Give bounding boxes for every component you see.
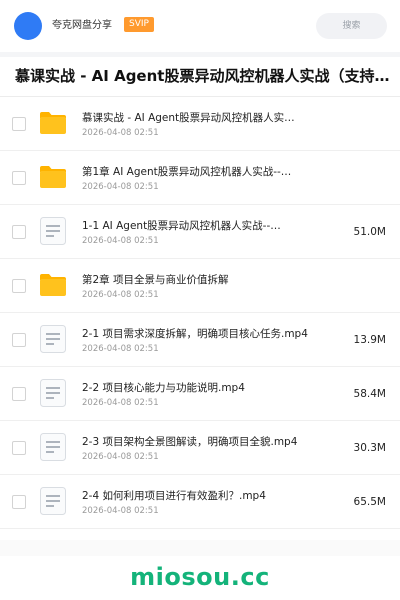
file-name: 1-1 AI Agent股票异动风控机器人实战--… (82, 220, 281, 232)
file-name: 2-4 如何利用项目进行有效盈利？.mp4 (82, 490, 266, 502)
row-checkbox[interactable] (12, 441, 26, 455)
page-title: 慕课实战 - AI Agent股票异动风控机器人实战（支持美股… (15, 67, 393, 85)
file-name: 第2章 项目全景与商业价值拆解 (82, 274, 229, 286)
file-size: 13.9M (353, 334, 386, 346)
list-item[interactable]: 2-1 项目需求深度拆解，明确项目核心任务.mp4 2026-04-08 02:… (0, 313, 400, 367)
row-checkbox[interactable] (12, 387, 26, 401)
file-name: 2-3 项目架构全景图解读，明确项目全貌.mp4 (82, 436, 298, 448)
file-date: 2026-04-08 02:51 (82, 182, 159, 192)
file-name: 2-2 项目核心能力与功能说明.mp4 (82, 382, 245, 394)
file-date: 2026-04-08 02:51 (82, 128, 159, 138)
document-icon (38, 378, 68, 408)
folder-icon (38, 162, 68, 192)
file-size: 58.4M (353, 388, 386, 400)
file-size: 65.5M (353, 496, 386, 508)
file-date: 2026-04-08 02:51 (82, 344, 159, 354)
file-name: 2-1 项目需求深度拆解，明确项目核心任务.mp4 (82, 328, 308, 340)
folder-icon (38, 270, 68, 300)
list-item[interactable]: 第2章 项目全景与商业价值拆解 2026-04-08 02:51 (0, 259, 400, 313)
document-icon (38, 216, 68, 246)
file-size: 30.3M (353, 442, 386, 454)
list-item[interactable]: 慕课实战 - AI Agent股票异动风控机器人实… 2026-04-08 02… (0, 97, 400, 151)
file-name: 第1章 AI Agent股票异动风控机器人实战--… (82, 166, 292, 178)
watermark: miosou.cc (130, 563, 270, 591)
file-list: 慕课实战 - AI Agent股票异动风控机器人实… 2026-04-08 02… (0, 97, 400, 529)
document-icon (38, 486, 68, 516)
header: 夸克网盘分享 SVIP 搜索 (0, 0, 400, 52)
row-checkbox[interactable] (12, 495, 26, 509)
row-checkbox[interactable] (12, 117, 26, 131)
share-title: 夸克网盘分享 (52, 20, 112, 31)
row-checkbox[interactable] (12, 279, 26, 293)
file-name: 慕课实战 - AI Agent股票异动风控机器人实… (82, 112, 295, 124)
search-button[interactable]: 搜索 (316, 13, 387, 39)
list-item[interactable]: 1-1 AI Agent股票异动风控机器人实战--… 2026-04-08 02… (0, 205, 400, 259)
svip-badge: SVIP (124, 17, 154, 32)
folder-icon (38, 108, 68, 138)
row-checkbox[interactable] (12, 171, 26, 185)
file-date: 2026-04-08 02:51 (82, 290, 159, 300)
file-size: 51.0M (353, 226, 386, 238)
list-item[interactable]: 第1章 AI Agent股票异动风控机器人实战--… 2026-04-08 02… (0, 151, 400, 205)
row-checkbox[interactable] (12, 225, 26, 239)
file-date: 2026-04-08 02:51 (82, 236, 159, 246)
list-footer (0, 540, 400, 556)
document-icon (38, 324, 68, 354)
file-date: 2026-04-08 02:51 (82, 506, 159, 516)
header-separator (0, 52, 400, 57)
list-item[interactable]: 2-3 项目架构全景图解读，明确项目全貌.mp4 2026-04-08 02:5… (0, 421, 400, 475)
document-icon (38, 432, 68, 462)
file-date: 2026-04-08 02:51 (82, 398, 159, 408)
row-checkbox[interactable] (12, 333, 26, 347)
file-date: 2026-04-08 02:51 (82, 452, 159, 462)
list-item[interactable]: 2-2 项目核心能力与功能说明.mp4 2026-04-08 02:51 58.… (0, 367, 400, 421)
list-item[interactable]: 2-4 如何利用项目进行有效盈利？.mp4 2026-04-08 02:51 6… (0, 475, 400, 529)
avatar[interactable] (14, 12, 42, 40)
